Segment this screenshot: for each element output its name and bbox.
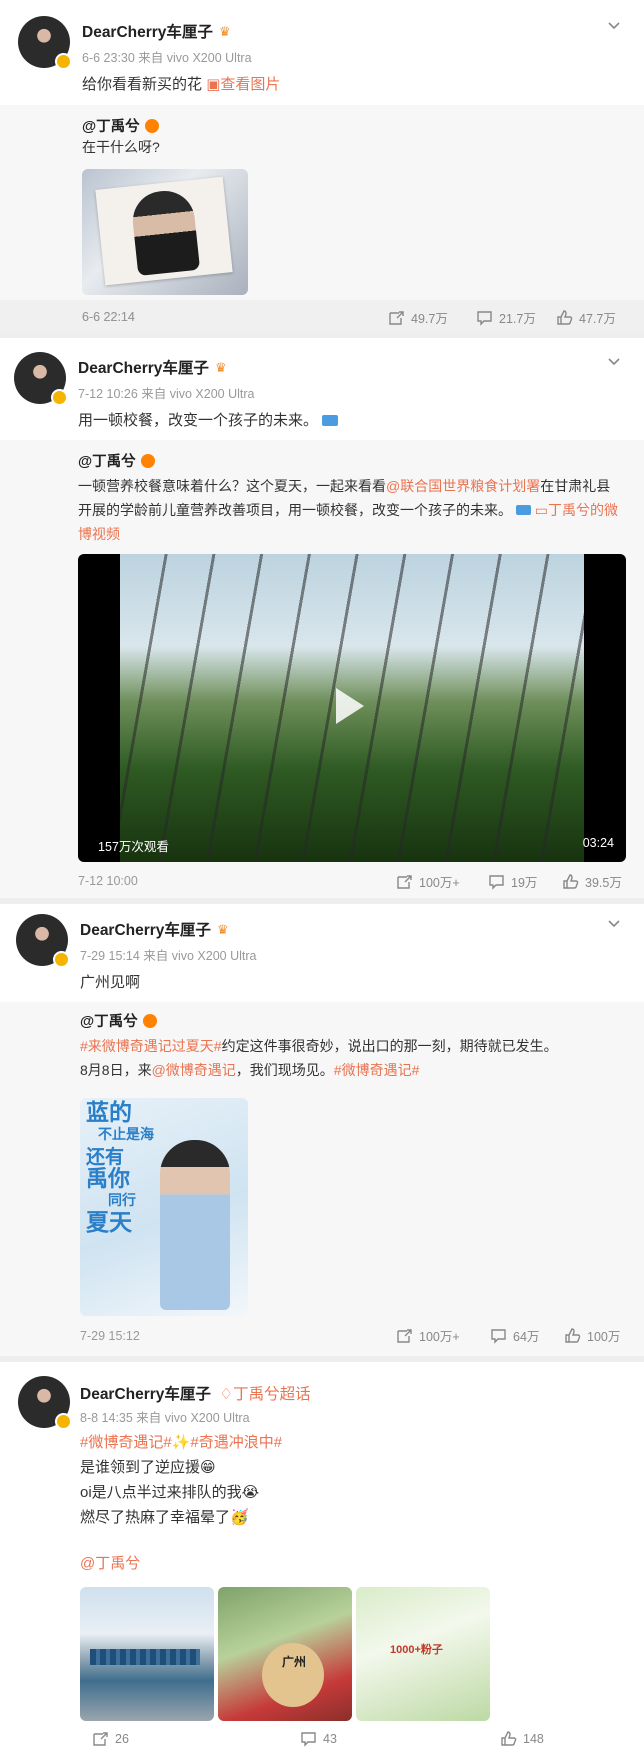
photo-thumbnail[interactable]: 广州 (218, 1587, 352, 1721)
thumbnail-text: 广州 (282, 1655, 307, 1669)
hashtag-link[interactable]: #微博奇遇记# (80, 1434, 172, 1451)
quoted-image[interactable] (82, 169, 248, 295)
verified-icon (144, 119, 159, 133)
quoted-author[interactable]: @丁禹兮 (80, 1010, 157, 1031)
comment-button[interactable]: 21.7万 (476, 308, 536, 327)
quoted-post[interactable]: @丁禹兮 在干什么呀? 6-6 22:14 (0, 105, 644, 324)
repost-button[interactable]: 100万+ (396, 872, 460, 891)
author-name[interactable]: DearCherry车厘子 ♛ (78, 356, 227, 378)
repost-icon (93, 1732, 108, 1746)
quoted-author[interactable]: @丁禹兮 (82, 115, 159, 136)
post-text: 用一顿校餐，改变一个孩子的未来。 (78, 408, 339, 433)
verified-icon (140, 454, 155, 468)
quoted-time: 7-12 10:00 (78, 874, 138, 888)
quoted-text: 在干什么呀? (82, 139, 160, 155)
video-duration: 03:24 (582, 836, 614, 850)
quoted-post[interactable]: @丁禹兮 #来微博奇遇记过夏天#约定这件事很奇妙，说出口的那一刻，期待就已发生。… (0, 1002, 644, 1356)
repost-icon (397, 1329, 412, 1343)
quoted-image[interactable]: 蓝的 不止是海 还有 禹你 同行 夏天 (80, 1098, 248, 1316)
verified-badge-icon (55, 1413, 72, 1430)
verified-icon (142, 1014, 157, 1028)
repost-icon (389, 311, 404, 325)
verified-badge-icon (53, 951, 70, 968)
thumbs-up-icon (501, 1731, 517, 1746)
author-name[interactable]: DearCherry车厘子 ♛ (80, 918, 229, 940)
play-icon[interactable] (336, 688, 364, 724)
post-card: DearCherry车厘子 ♢丁禹兮超话 8-8 14:35 来自 vivo X… (0, 1362, 644, 1758)
poster-text: 蓝的 不止是海 还有 禹你 同行 夏天 (86, 1099, 154, 1236)
comment-button[interactable]: 19万 (488, 872, 537, 891)
image-icon: ▣ (206, 76, 221, 93)
post-card: DearCherry车厘子 ♛ 6-6 23:30 来自 vivo X200 Ul… (0, 0, 644, 324)
thumbs-up-icon (557, 310, 573, 325)
avatar[interactable] (14, 352, 68, 406)
quoted-time: 7-29 15:12 (80, 1329, 140, 1343)
comment-button[interactable]: 43 (300, 1730, 337, 1747)
vip-crown-icon: ♛ (216, 922, 229, 937)
post-meta: 8-8 14:35 来自 vivo X200 Ultra (80, 1411, 250, 1425)
diamond-icon: ♢ (219, 1386, 234, 1403)
super-topic-link[interactable]: ♢丁禹兮超话 (219, 1386, 310, 1403)
quoted-time: 6-6 22:14 (82, 310, 135, 324)
post-card: DearCherry车厘子 ♛ 7-12 10:26 来自 vivo X200 U… (0, 338, 644, 898)
verified-badge-icon (55, 53, 72, 70)
video-icon: ▭ (534, 502, 549, 518)
post-meta: 7-29 15:14 来自 vivo X200 Ultra (80, 949, 257, 963)
un-flag-icon (515, 505, 531, 515)
video-link-cont[interactable]: 博视频 (78, 522, 626, 546)
author-name[interactable]: DearCherry车厘子 ♢丁禹兮超话 (80, 1382, 311, 1404)
vip-crown-icon: ♛ (218, 24, 231, 39)
comment-icon (477, 311, 492, 326)
hashtag-link[interactable]: #微博奇遇记# (334, 1062, 420, 1078)
post-card: DearCherry车厘子 ♛ 7-29 15:14 来自 vivo X200 U… (0, 904, 644, 1356)
avatar[interactable] (18, 1376, 72, 1430)
photo-thumbnail[interactable]: 1000+粉子 (356, 1587, 490, 1721)
view-image-link[interactable]: ▣查看图片 (206, 76, 280, 93)
un-flag-icon (322, 415, 339, 426)
comment-icon (489, 875, 504, 890)
hashtag-link[interactable]: #来微博奇遇记过夏天# (80, 1038, 222, 1054)
quoted-text: 一顿营养校餐意味着什么？这个夏天，一起来看看@联合国世界粮食计划署在甘肃礼县 开… (78, 474, 626, 546)
mention-link[interactable]: @丁禹兮 (80, 1552, 140, 1573)
chevron-down-icon[interactable] (606, 916, 622, 932)
comment-icon (491, 1329, 506, 1344)
like-button[interactable]: 39.5万 (562, 872, 622, 891)
avatar[interactable] (16, 914, 70, 968)
mention-link[interactable]: @联合国世界粮食计划署 (386, 478, 540, 494)
post-meta: 6-6 23:30 来自 vivo X200 Ultra (82, 51, 252, 65)
video-player[interactable]: 157万次观看 03:24 (78, 554, 626, 862)
quoted-text: #来微博奇遇记过夏天#约定这件事很奇妙，说出口的那一刻，期待就已发生。 8月8日… (80, 1038, 558, 1078)
post-text: #微博奇遇记#✨#奇遇冲浪中# 是谁领到了逆应援😁 oi是八点半过来排队的我😭 … (80, 1434, 283, 1526)
thumbs-up-icon (563, 874, 579, 889)
post-text: 广州见啊 (80, 974, 141, 991)
verified-badge-icon (51, 389, 68, 406)
hashtag-link[interactable]: #奇遇冲浪中# (190, 1434, 282, 1451)
vip-crown-icon: ♛ (214, 360, 227, 375)
like-button[interactable]: 100万 (564, 1326, 620, 1345)
like-button[interactable]: 148 (500, 1730, 544, 1747)
like-button[interactable]: 47.7万 (556, 308, 616, 327)
repost-button[interactable]: 100万+ (396, 1326, 460, 1345)
author-name[interactable]: DearCherry车厘子 ♛ (82, 20, 231, 42)
comment-icon (301, 1732, 316, 1747)
repost-button[interactable]: 49.7万 (388, 308, 448, 327)
repost-icon (397, 875, 412, 889)
mention-link[interactable]: @微博奇遇记 (152, 1062, 236, 1078)
quoted-author[interactable]: @丁禹兮 (78, 450, 155, 471)
chevron-down-icon[interactable] (606, 354, 622, 370)
comment-button[interactable]: 64万 (490, 1326, 539, 1345)
quoted-post[interactable]: @丁禹兮 一顿营养校餐意味着什么？这个夏天，一起来看看@联合国世界粮食计划署在甘… (0, 440, 644, 898)
thumbs-up-icon (565, 1328, 581, 1343)
sparkle-icon: ✨ (171, 1434, 191, 1451)
video-link[interactable]: ▭丁禹兮的微 (535, 502, 618, 518)
avatar[interactable] (18, 16, 72, 70)
chevron-down-icon[interactable] (606, 18, 622, 34)
post-meta: 7-12 10:26 来自 vivo X200 Ultra (78, 387, 255, 401)
photo-thumbnail[interactable] (80, 1587, 214, 1721)
thumbnail-text: 1000+粉子 (390, 1644, 443, 1656)
post-text: 给你看看新买的花 ▣查看图片 (82, 76, 281, 93)
repost-button[interactable]: 26 (92, 1730, 129, 1747)
video-views: 157万次观看 (98, 840, 169, 854)
